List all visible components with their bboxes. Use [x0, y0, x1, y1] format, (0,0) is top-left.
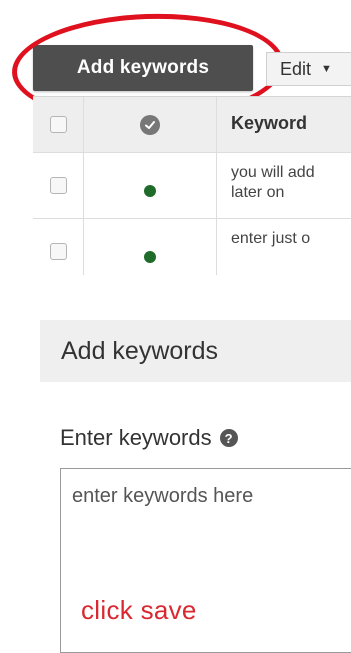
keywords-table: Keyword you will add later on enter just… [33, 96, 351, 275]
keyword-cell: enter just o [231, 230, 311, 247]
header-status-cell [84, 97, 217, 152]
status-enabled-icon [144, 184, 156, 197]
row-status-cell [84, 219, 217, 275]
keyword-cell: you will add later on [231, 164, 315, 201]
select-all-checkbox[interactable] [49, 116, 67, 133]
add-keywords-form-panel: Add keywords Enter keywords ? enter keyw… [0, 310, 351, 653]
keywords-table-panel: Add keywords Edit ▼ Keyword you will add… [0, 0, 351, 275]
row-checkbox-cell [33, 219, 84, 275]
header-checkbox-cell [33, 97, 84, 152]
form-title: Add keywords [40, 320, 351, 382]
keywords-textarea[interactable]: enter keywords here click save [60, 468, 351, 653]
check-circle-icon [140, 114, 160, 135]
edit-dropdown-button[interactable]: Edit ▼ [266, 52, 351, 86]
enter-keywords-label: Enter keywords ? [60, 425, 238, 451]
edit-label: Edit [280, 58, 312, 79]
click-save-annotation: click save [81, 595, 197, 625]
add-keywords-button[interactable]: Add keywords [33, 45, 253, 91]
table-row: you will add later on [33, 153, 351, 219]
status-enabled-icon [144, 250, 156, 263]
table-row: enter just o [33, 219, 351, 275]
row-checkbox[interactable] [49, 177, 67, 194]
row-checkbox-cell [33, 153, 84, 218]
textarea-value: enter keywords here [72, 485, 254, 507]
row-status-cell [84, 153, 217, 218]
row-checkbox[interactable] [49, 243, 67, 260]
help-icon[interactable]: ? [219, 429, 238, 447]
toolbar: Add keywords Edit ▼ [0, 9, 351, 127]
caret-down-icon: ▼ [321, 63, 332, 75]
keyword-column-header[interactable]: Keyword [217, 97, 351, 152]
field-label-text: Enter keywords [60, 425, 212, 450]
table-header-row: Keyword [33, 97, 351, 153]
